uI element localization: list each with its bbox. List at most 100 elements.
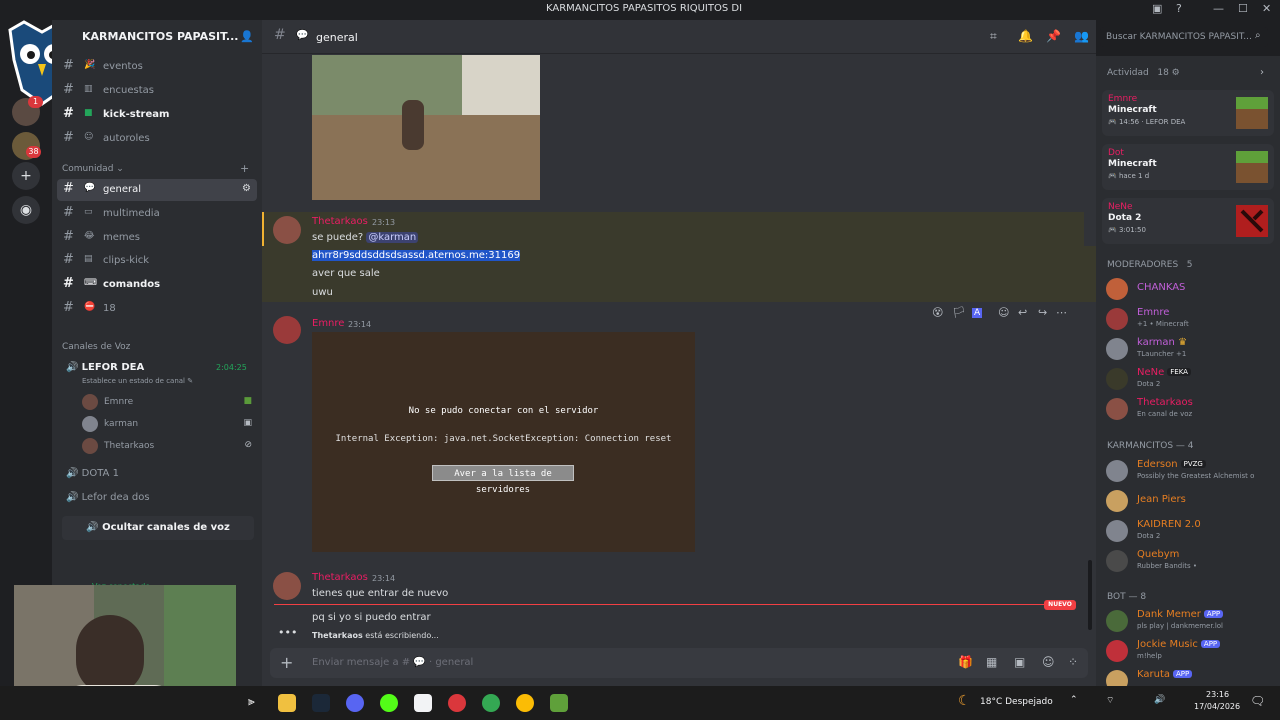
member-item[interactable]: karman ♛ TLauncher +1 (1106, 334, 1276, 364)
discover-button[interactable]: ◉ (12, 196, 40, 224)
gif-icon[interactable]: ▦ (986, 655, 997, 669)
threads-icon[interactable]: ⌗ (990, 29, 997, 44)
activity-card[interactable]: Dot Minecraft 🎮 hace 1 d (1102, 144, 1274, 190)
steam-icon[interactable] (312, 694, 330, 712)
reaction-emoji-icon[interactable]: 😵 (932, 306, 943, 319)
channel-kick-stream[interactable]: # ■ kick-stream (57, 104, 257, 126)
search-icon: ⌕ (1255, 30, 1261, 41)
minimize-icon[interactable]: — (1213, 2, 1224, 15)
avatar[interactable] (273, 572, 301, 600)
server-name-header[interactable]: KARMANCITOS PAPASIT... ⌄ (82, 30, 252, 43)
message-composer[interactable]: + Enviar mensaje a # 💬 · general 🎁 ▦ ▣ ☺… (270, 648, 1088, 678)
member-item[interactable]: Jean Piers (1106, 486, 1276, 516)
channel-memes[interactable]: # 😂 memes (57, 227, 257, 249)
reply-icon[interactable]: ↩ (1018, 306, 1027, 319)
translate-icon[interactable]: A (972, 308, 983, 318)
maximize-icon[interactable]: ☐ (1238, 2, 1248, 15)
avatar[interactable] (273, 316, 301, 344)
task-view-icon[interactable]: ⫸ (248, 694, 255, 709)
bell-icon[interactable]: 🔔 (1018, 29, 1033, 43)
activity-header[interactable]: Actividad 18 ⚙ (1107, 68, 1180, 78)
channel-comandos[interactable]: # ⌨ comandos (57, 274, 257, 296)
inbox-icon[interactable]: ▣ (1152, 2, 1162, 15)
minecraft-taskbar-icon[interactable] (550, 694, 568, 712)
voice-channel-lefor-dea[interactable]: 🔊 LEFOR DEA (66, 362, 144, 373)
message-line[interactable]: ahrr8r9sddsddsdsassd.aternos.me:31169 (312, 250, 521, 261)
member-item[interactable]: KAIDREN 2.0 Dota 2 (1106, 516, 1276, 546)
discord-taskbar-icon[interactable] (346, 694, 364, 712)
channel-clips-kick[interactable]: # ▤ clips-kick (57, 250, 257, 272)
file-explorer-icon[interactable] (278, 694, 296, 712)
channel-eventos[interactable]: # 🎉 eventos (57, 56, 257, 78)
member-item[interactable]: Emnre +1 • Minecraft (1106, 304, 1276, 334)
flag-emoji-icon[interactable]: 🏳 (952, 306, 966, 319)
voice-channel-lefor-dea-dos[interactable]: 🔊 Lefor dea dos (66, 492, 150, 503)
channel-status-hint[interactable]: Establece un estado de canal ✎ (82, 377, 193, 385)
obs-taskbar-icon[interactable] (448, 694, 466, 712)
member-item[interactable]: Karuta APP (1106, 666, 1276, 686)
volume-icon[interactable]: 🔊 (1154, 695, 1165, 705)
chat-scrollbar[interactable] (1088, 560, 1092, 630)
channel-multimedia[interactable]: # ▭ multimedia (57, 203, 257, 225)
kick-taskbar-icon[interactable] (380, 694, 398, 712)
add-reaction-icon[interactable]: ☺ (998, 306, 1009, 319)
category-comunidad[interactable]: Comunidad ⌄ (62, 164, 124, 174)
sticker-icon[interactable]: ▣ (1014, 655, 1025, 669)
message-author[interactable]: Emnre (312, 318, 344, 329)
clock-date[interactable]: 17/04/2026 (1194, 702, 1240, 711)
pin-icon[interactable]: 📌 (1046, 29, 1061, 43)
plus-icon[interactable]: + (280, 653, 293, 672)
message-author[interactable]: Thetarkaos (312, 216, 368, 227)
chrome-icon[interactable] (482, 694, 500, 712)
add-server-button[interactable]: + (12, 162, 40, 190)
member-item[interactable]: Jockie Music APP m!help (1106, 636, 1276, 666)
chrome-icon[interactable] (516, 694, 534, 712)
channel-encuestas[interactable]: # ▥ encuestas (57, 80, 257, 102)
hash-icon: # (63, 252, 74, 267)
message-author[interactable]: Thetarkaos (312, 572, 368, 583)
avatar[interactable] (273, 216, 301, 244)
apps-icon[interactable]: ⁘ (1068, 655, 1078, 669)
close-icon[interactable]: ✕ (1262, 2, 1271, 15)
minecraft-screenshot[interactable]: No se pudo conectar con el servidor Inte… (312, 332, 695, 552)
voice-user[interactable]: karman ▣ (82, 414, 252, 434)
create-channel-icon[interactable]: + (240, 162, 249, 175)
member-item[interactable]: Ederson PVZG Possibly the Greatest Alchemi… (1106, 456, 1276, 486)
invite-icon[interactable]: 👤 (240, 30, 254, 43)
channel-general[interactable]: # 💬 general ⚙ (57, 179, 257, 201)
forward-icon[interactable]: ↪ (1038, 306, 1047, 319)
settings-gear-icon[interactable]: ⚙ (242, 183, 251, 194)
search-input[interactable]: Buscar KARMANCITOS PAPASIT... (1100, 27, 1268, 47)
app-taskbar-icon[interactable] (414, 694, 432, 712)
more-icon[interactable]: ⋯ (1056, 306, 1067, 319)
typing-dots-icon: ••• (278, 626, 298, 639)
composer-placeholder[interactable]: Enviar mensaje a # 💬 · general (312, 657, 473, 668)
notification-icon[interactable]: 🗨 (1250, 694, 1265, 708)
user-mention[interactable]: @karman (366, 232, 419, 243)
channel-autoroles[interactable]: # ☺ autoroles (57, 128, 257, 150)
clock-time[interactable]: 23:16 (1206, 690, 1229, 699)
member-item[interactable]: CHANKAS (1106, 274, 1276, 304)
chevron-right-icon[interactable]: › (1260, 67, 1264, 78)
category-voice[interactable]: Canales de Voz (62, 342, 130, 352)
voice-channel-dota1[interactable]: 🔊 DOTA 1 (66, 468, 119, 479)
image-attachment[interactable] (312, 55, 540, 200)
member-item[interactable]: Quebym Rubber Bandits • (1106, 546, 1276, 576)
gift-icon[interactable]: 🎁 (958, 655, 973, 669)
wifi-icon[interactable]: ⌔ (1106, 695, 1114, 706)
selected-link-text[interactable]: ahrr8r9sddsddsdsassd.aternos.me:31169 (312, 250, 521, 261)
tray-overflow-icon[interactable]: ⌃ (1070, 695, 1078, 705)
voice-user[interactable]: Emnre ■ (82, 392, 252, 412)
member-item[interactable]: NeNe FEKA Dota 2 (1106, 364, 1276, 394)
help-icon[interactable]: ? (1176, 2, 1182, 15)
member-item[interactable]: Thetarkaos En canal de voz (1106, 394, 1276, 424)
activity-card[interactable]: Emnre Minecraft 🎮 14:56 · LEFOR DEA (1102, 90, 1274, 136)
members-icon[interactable]: 👥 (1074, 29, 1089, 43)
member-item[interactable]: Dank Memer APP pls play | dankmemer.lol (1106, 606, 1276, 636)
channel-18[interactable]: # ⛔ 18 (57, 298, 257, 320)
weather-text[interactable]: 18°C Despejado (980, 697, 1053, 707)
emoji-icon[interactable]: ☺ (1042, 655, 1055, 669)
activity-card[interactable]: NeNe Dota 2 🎮 3:01:50 (1102, 198, 1274, 244)
hide-voice-channels-button[interactable]: 🔊 Ocultar canales de voz (62, 516, 254, 540)
voice-user[interactable]: Thetarkaos ⊘ (82, 436, 252, 456)
